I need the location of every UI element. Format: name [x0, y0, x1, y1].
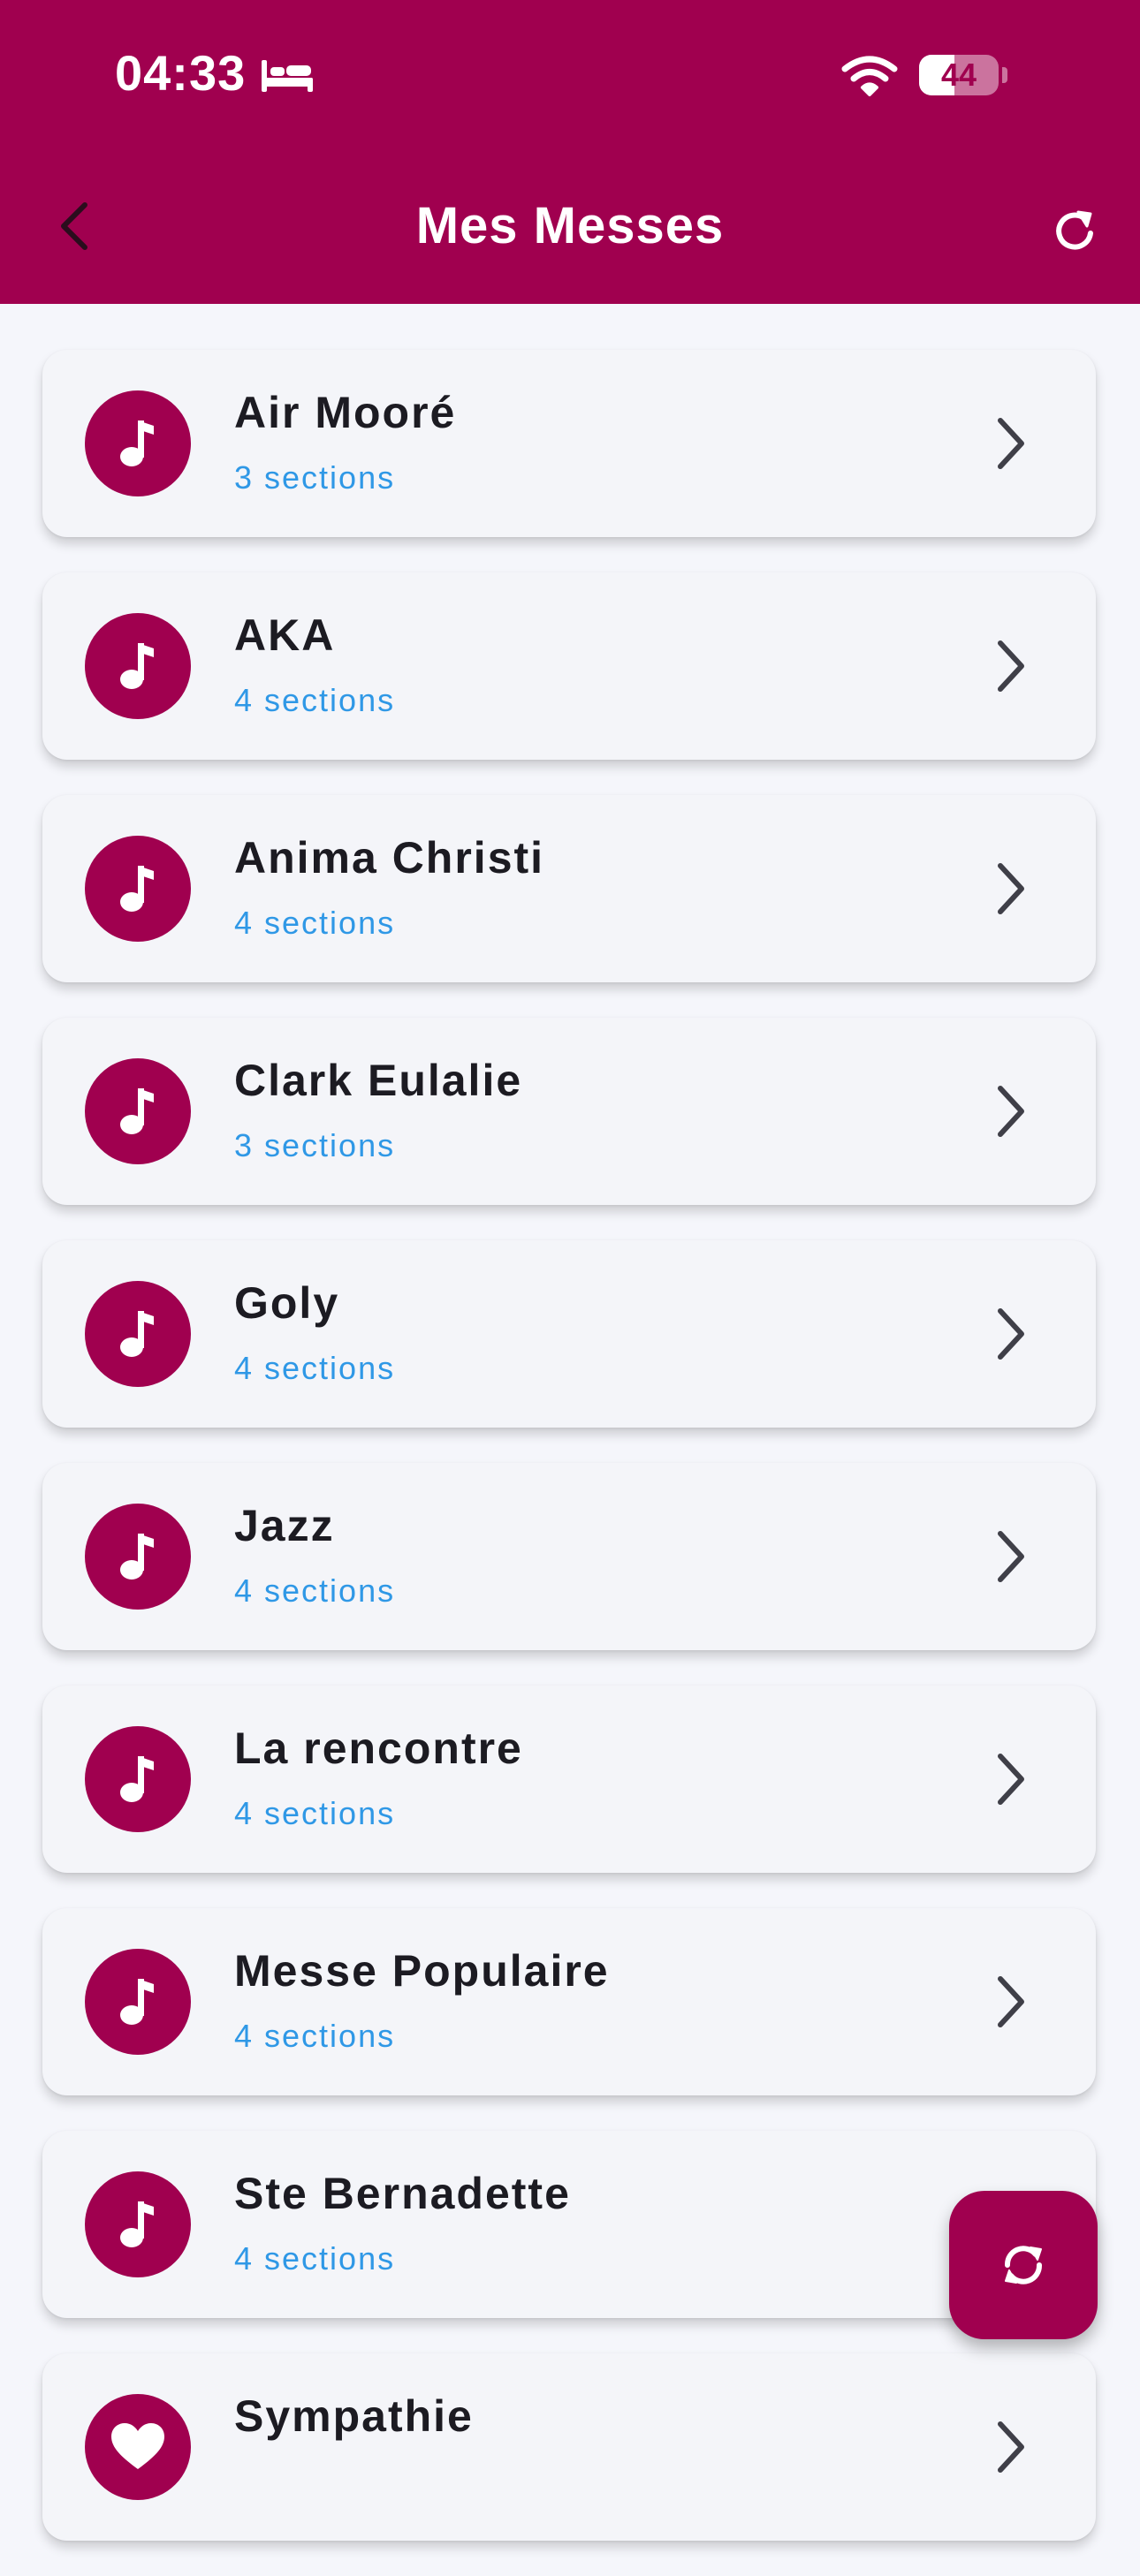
- mass-title: Goly: [234, 1278, 340, 1328]
- chevron-right-icon: [976, 1744, 1046, 1815]
- chevron-right-icon: [976, 1076, 1046, 1147]
- mass-sections-count: 4 sections: [234, 1350, 396, 1386]
- battery-indicator: 44: [919, 55, 999, 95]
- sync-fab-button[interactable]: [949, 2191, 1098, 2339]
- mass-card-ste-bernadette[interactable]: Ste Bernadette 4 sections: [42, 2131, 1096, 2318]
- mass-card-anima-christi[interactable]: Anima Christi 4 sections: [42, 795, 1096, 982]
- mass-sections-count: 4 sections: [234, 1795, 396, 1831]
- mass-list: Air Mooré 3 sections AKA 4 sections Anim…: [42, 350, 1096, 2576]
- mass-avatar: [85, 1949, 191, 2055]
- heart-icon: [111, 2423, 164, 2469]
- mass-avatar: [85, 1281, 191, 1387]
- page-title: Mes Messes: [415, 197, 725, 254]
- mass-title: Jazz: [234, 1501, 335, 1550]
- mass-title: Air Mooré: [234, 388, 457, 437]
- mass-card-clark-eulalie[interactable]: Clark Eulalie 3 sections: [42, 1018, 1096, 1205]
- mass-sections-count: 4 sections: [234, 905, 396, 941]
- music-note-icon: [120, 1088, 154, 1134]
- mass-avatar: [85, 1058, 191, 1164]
- mass-sections-count: 4 sections: [234, 1572, 396, 1609]
- mass-card-la-rencontre[interactable]: La rencontre 4 sections: [42, 1686, 1096, 1873]
- mass-title: La rencontre: [234, 1724, 523, 1773]
- mass-title: Ste Bernadette: [234, 2169, 571, 2218]
- mass-card-goly[interactable]: Goly 4 sections: [42, 1240, 1096, 1428]
- mass-sections-count: 4 sections: [234, 682, 396, 718]
- chevron-right-icon: [976, 1521, 1046, 1592]
- mass-avatar: [85, 390, 191, 496]
- chevron-right-icon: [976, 1966, 1046, 2037]
- mass-title: Anima Christi: [234, 833, 545, 883]
- mass-sections-count: 3 sections: [234, 459, 396, 496]
- mass-title: Clark Eulalie: [234, 1056, 523, 1105]
- music-note-icon: [120, 1979, 154, 2025]
- mass-card-sympathie[interactable]: Sympathie: [42, 2353, 1096, 2541]
- music-note-icon: [120, 1534, 154, 1580]
- refresh-button[interactable]: [1043, 198, 1110, 265]
- mass-sections-count: 4 sections: [234, 2240, 396, 2277]
- mass-card-air-moore[interactable]: Air Mooré 3 sections: [42, 350, 1096, 537]
- sync-icon: [1005, 2246, 1042, 2284]
- music-note-icon: [120, 643, 154, 689]
- mass-sections-count: 4 sections: [234, 2018, 396, 2054]
- mass-card-aka[interactable]: AKA 4 sections: [42, 572, 1096, 760]
- chevron-right-icon: [976, 1299, 1046, 1369]
- mass-title: Sympathie: [234, 2391, 474, 2441]
- mass-title: AKA: [234, 610, 336, 660]
- mass-avatar: [85, 2171, 191, 2277]
- refresh-icon: [1056, 210, 1093, 250]
- mass-title: Messe Populaire: [234, 1946, 610, 1996]
- app-bar: 04:33 44 Mes Messes: [0, 0, 1140, 304]
- mass-sections-count: 3 sections: [234, 1127, 396, 1163]
- wifi-icon: [841, 56, 898, 96]
- mass-card-jazz[interactable]: Jazz 4 sections: [42, 1463, 1096, 1650]
- chevron-right-icon: [976, 2412, 1046, 2482]
- music-note-icon: [120, 1756, 154, 1802]
- chevron-right-icon: [976, 853, 1046, 924]
- mass-avatar: [85, 613, 191, 719]
- music-note-icon: [120, 866, 154, 912]
- music-note-icon: [120, 2201, 154, 2247]
- chevron-right-icon: [976, 408, 1046, 479]
- battery-level: 44: [940, 57, 977, 93]
- mass-avatar: [85, 836, 191, 942]
- status-time: 04:33: [115, 45, 247, 101]
- chevron-right-icon: [976, 631, 1046, 701]
- battery-cap: [1002, 67, 1007, 83]
- music-note-icon: [120, 1311, 154, 1357]
- mass-avatar: [85, 1504, 191, 1610]
- mass-avatar: [85, 2394, 191, 2500]
- mass-avatar: [85, 1726, 191, 1832]
- music-note-icon: [120, 420, 154, 466]
- bed-icon: [262, 60, 313, 92]
- mass-card-messe-populaire[interactable]: Messe Populaire 4 sections: [42, 1908, 1096, 2095]
